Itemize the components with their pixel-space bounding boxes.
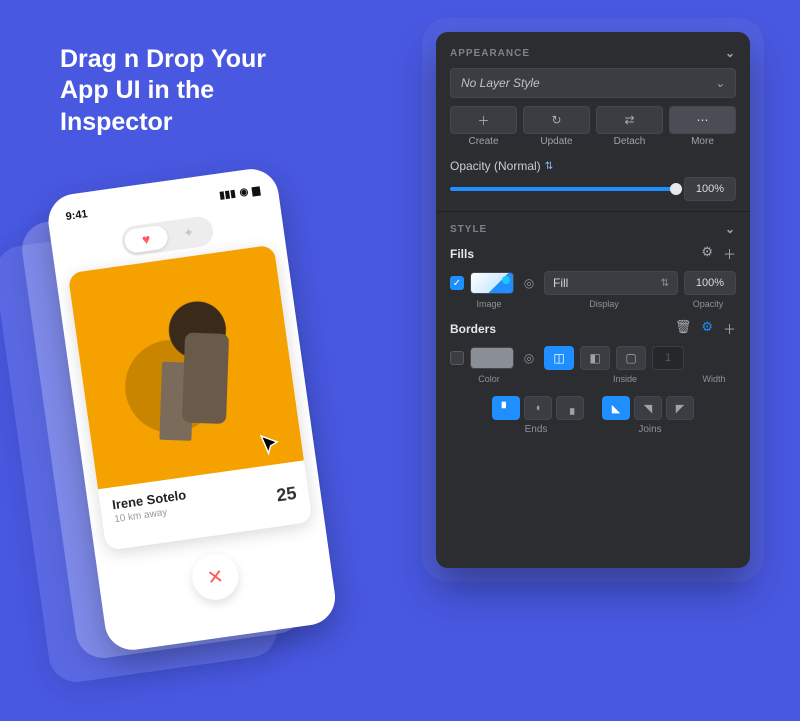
line-ends-group: ▘ ◖ ▗ [492, 396, 584, 420]
fills-title: Fills [450, 247, 474, 261]
style-title: Style [450, 224, 487, 235]
detach-button[interactable]: ⇄ [596, 106, 663, 134]
add-fill-button[interactable]: ＋ [723, 244, 736, 263]
join-bevel-button[interactable]: ◤ [666, 396, 694, 420]
gear-icon[interactable]: ⚙ [701, 244, 713, 263]
add-border-button[interactable]: ＋ [723, 319, 736, 338]
plus-icon: ＋ [477, 112, 489, 129]
gear-icon[interactable]: ⚙ [701, 319, 713, 338]
appearance-title: Appearance [450, 48, 530, 59]
refresh-icon: ↻ [551, 113, 561, 127]
border-enabled-checkbox[interactable] [450, 351, 464, 365]
stepper-icon: ⇅ [661, 278, 669, 289]
phone-stack: 9:41 ▮▮▮ ◉ ▆ ♥ ✦ Irene Sotelo 10 km away… [0, 159, 395, 721]
marketing-headline: Drag n Drop Your App UI in the Inspector [60, 44, 320, 138]
opacity-blend-control[interactable]: Opacity (Normal) ⇅ [450, 159, 553, 173]
fill-opacity-field[interactable]: 100% [684, 271, 736, 295]
opacity-slider[interactable] [450, 187, 676, 191]
fill-display-label: Display [528, 299, 680, 309]
trash-icon[interactable]: 🗑 [675, 319, 692, 338]
fill-display-select[interactable]: Fill ⇅ [544, 271, 678, 295]
border-center-button[interactable]: ◧ [580, 346, 610, 370]
visibility-icon[interactable]: ◎ [520, 276, 538, 290]
border-position-label: Inside [528, 374, 692, 384]
end-square-button[interactable]: ▗ [556, 396, 584, 420]
reject-button[interactable]: ✕ [189, 551, 241, 603]
update-button[interactable]: ↻ [523, 106, 590, 134]
border-width-field[interactable]: 1 [652, 346, 684, 370]
spark-toggle[interactable]: ✦ [166, 218, 212, 248]
create-button[interactable]: ＋ [450, 106, 517, 134]
fill-opacity-label: Opacity [680, 299, 736, 309]
line-joins-group: ◣ ◥ ◤ [602, 396, 694, 420]
ends-label: Ends [488, 424, 584, 435]
end-round-button[interactable]: ◖ [524, 396, 552, 420]
battery-icon: ▆ [251, 184, 260, 196]
cursor-icon [258, 431, 285, 458]
joins-label: Joins [602, 424, 698, 435]
fill-image-swatch[interactable] [470, 272, 514, 294]
section-divider [436, 211, 750, 212]
borders-title: Borders [450, 322, 496, 336]
visibility-icon[interactable]: ◎ [520, 351, 538, 365]
opacity-value-field[interactable]: 100% [684, 177, 736, 201]
status-icons: ▮▮▮ ◉ ▆ [219, 184, 261, 201]
border-width-label: Width [692, 374, 736, 384]
spark-icon: ✦ [182, 224, 195, 241]
more-icon: ⋯ [697, 113, 709, 127]
more-button[interactable]: ⋯ [669, 106, 736, 134]
join-round-button[interactable]: ◥ [634, 396, 662, 420]
border-color-label: Color [450, 374, 528, 384]
wifi-icon: ◉ [239, 186, 249, 198]
signal-icon: ▮▮▮ [219, 188, 237, 201]
layer-style-select[interactable]: No Layer Style ⌄ [450, 68, 736, 98]
status-time: 9:41 [65, 208, 88, 223]
unlink-icon: ⇄ [624, 113, 634, 127]
chevron-down-icon: ⌄ [715, 76, 725, 90]
more-label: More [669, 136, 736, 147]
chevron-down-icon: ⌄ [725, 46, 736, 60]
fill-display-value: Fill [553, 276, 568, 290]
appearance-header[interactable]: Appearance ⌄ [450, 46, 736, 60]
status-bar: 9:41 ▮▮▮ ◉ ▆ [59, 181, 267, 226]
border-outside-button[interactable]: ▢ [616, 346, 646, 370]
mode-toggle[interactable]: ♥ ✦ [120, 215, 215, 258]
slider-thumb[interactable] [670, 183, 682, 195]
border-inside-button[interactable]: ◫ [544, 346, 574, 370]
end-butt-button[interactable]: ▘ [492, 396, 520, 420]
profile-age: 25 [275, 482, 298, 506]
update-label: Update [523, 136, 590, 147]
stepper-icon: ⇅ [545, 161, 553, 172]
chevron-down-icon: ⌄ [725, 222, 736, 236]
opacity-label-text: Opacity (Normal) [450, 159, 541, 173]
layer-style-value: No Layer Style [461, 76, 540, 90]
join-miter-button[interactable]: ◣ [602, 396, 630, 420]
profile-card[interactable]: Irene Sotelo 10 km away 25 [68, 244, 313, 550]
create-label: Create [450, 136, 517, 147]
flame-toggle[interactable]: ♥ [123, 224, 169, 254]
border-color-swatch[interactable] [470, 347, 514, 369]
flame-icon: ♥ [141, 231, 151, 248]
fill-enabled-checkbox[interactable]: ✓ [450, 276, 464, 290]
swipe-actions: ✕ [109, 540, 321, 615]
detach-label: Detach [596, 136, 663, 147]
inspector-panel: Appearance ⌄ No Layer Style ⌄ ＋ ↻ ⇄ ⋯ Cr… [436, 32, 750, 568]
style-header[interactable]: Style ⌄ [450, 222, 736, 236]
fill-image-label: Image [450, 299, 528, 309]
